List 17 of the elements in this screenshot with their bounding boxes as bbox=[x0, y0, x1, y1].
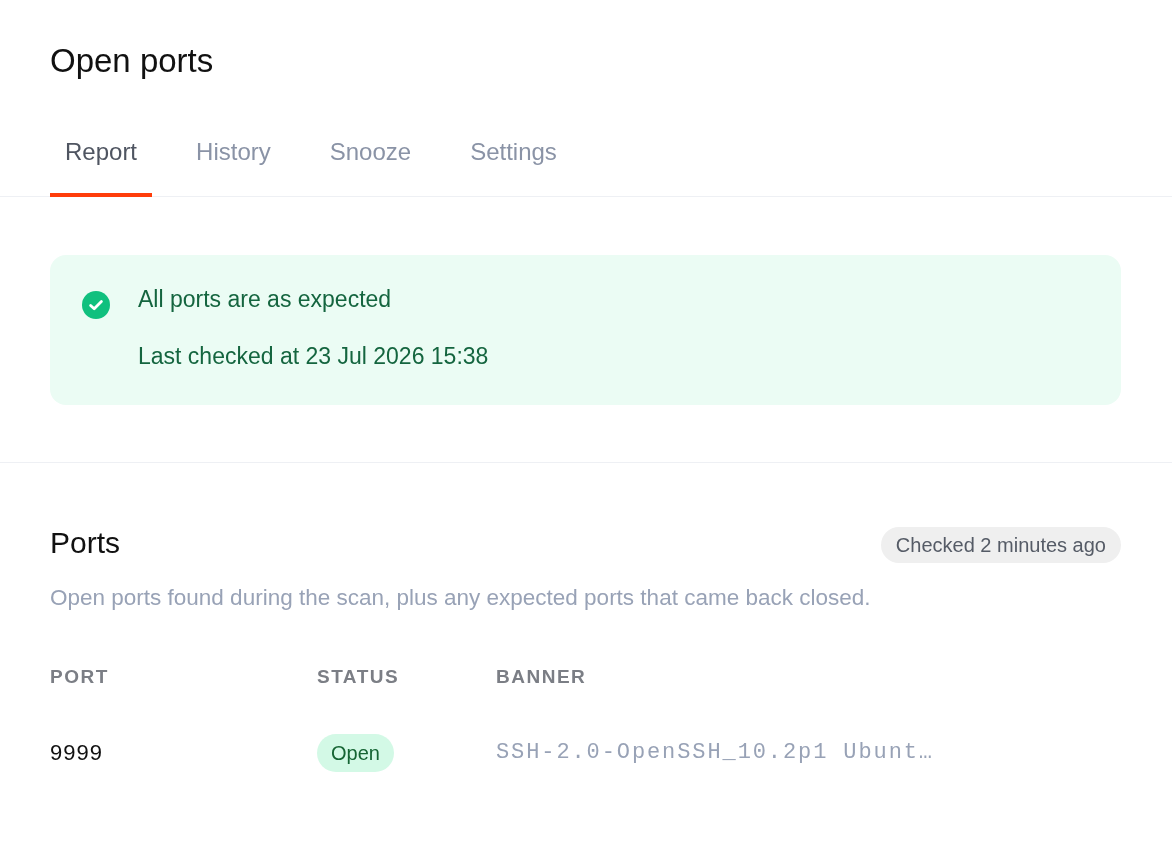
banner-cell-text: SSH-2.0-OpenSSH_10.2p1 Ubunt… bbox=[496, 739, 935, 767]
tab[interactable]: Report bbox=[50, 121, 153, 197]
section-description: Open ports found during the scan, plus any expected ports that came back closed. bbox=[50, 584, 872, 612]
tab[interactable]: History bbox=[181, 121, 286, 197]
port-cell-text: 9999 bbox=[50, 739, 104, 767]
check-circle-icon bbox=[82, 291, 110, 319]
tab[interactable]: Snooze bbox=[314, 121, 427, 197]
column-header: BANNER bbox=[496, 665, 588, 689]
column-header: STATUS bbox=[317, 665, 401, 689]
alert-detail: Last checked at 23 Jul 2026 15:38 bbox=[138, 342, 489, 370]
page-title: Open ports bbox=[50, 41, 215, 81]
status-badge: Open bbox=[317, 734, 394, 772]
tab[interactable]: Settings bbox=[455, 121, 572, 197]
section-title: Ports bbox=[50, 525, 121, 561]
checked-time-badge: Checked 2 minutes ago bbox=[880, 527, 1121, 563]
alert-title: All ports are as expected bbox=[138, 285, 393, 313]
column-header: PORT bbox=[50, 665, 110, 689]
